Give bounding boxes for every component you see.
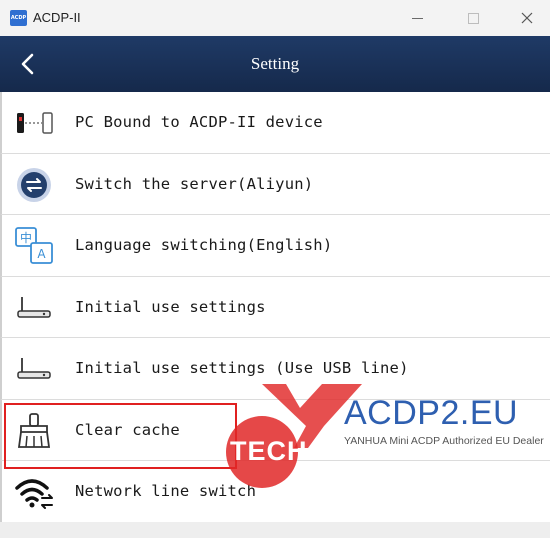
list-item[interactable]: PC Bound to ACDP-II device — [0, 92, 550, 154]
list-item[interactable]: Initial use settings (Use USB line) — [0, 338, 550, 400]
maximize-button[interactable] — [450, 0, 496, 36]
list-item[interactable]: 中 A Language switching(English) — [0, 215, 550, 277]
list-item[interactable]: Switch the server(Aliyun) — [0, 153, 550, 215]
list-item-label: Initial use settings (Use USB line) — [75, 359, 409, 377]
highlight-box — [4, 403, 237, 469]
window-title: ACDP-II — [33, 10, 81, 25]
device-bind-icon — [14, 104, 54, 142]
close-icon — [521, 12, 533, 24]
list-item-label: Network line switch — [75, 482, 257, 500]
svg-text:中: 中 — [20, 230, 32, 245]
close-button[interactable] — [504, 0, 550, 36]
list-item-label: Initial use settings — [75, 297, 266, 316]
router-icon — [14, 289, 54, 327]
wifi-switch-icon — [14, 473, 54, 511]
page-title: Setting — [250, 54, 300, 73]
window-titlebar: ACDP ACDP-II — [0, 0, 550, 36]
bottom-bar — [0, 522, 550, 538]
language-icon: 中 A — [14, 227, 54, 265]
svg-text:A: A — [37, 247, 46, 261]
list-item-label: Language switching(English) — [75, 236, 333, 254]
app-icon: ACDP — [10, 10, 27, 26]
router-icon — [14, 350, 54, 388]
maximize-icon — [467, 12, 479, 24]
app-header: Setting — [0, 36, 550, 92]
list-item-label: Switch the server(Aliyun) — [75, 174, 314, 193]
server-switch-icon — [14, 166, 54, 204]
list-item-label: PC Bound to ACDP-II device — [75, 113, 323, 131]
minimize-button[interactable] — [394, 0, 440, 36]
chevron-left-icon — [21, 53, 34, 75]
list-item[interactable]: Initial use settings — [0, 276, 550, 338]
back-button[interactable] — [12, 48, 44, 80]
minimize-icon — [411, 17, 423, 19]
list-item[interactable]: Network line switch — [0, 461, 550, 523]
